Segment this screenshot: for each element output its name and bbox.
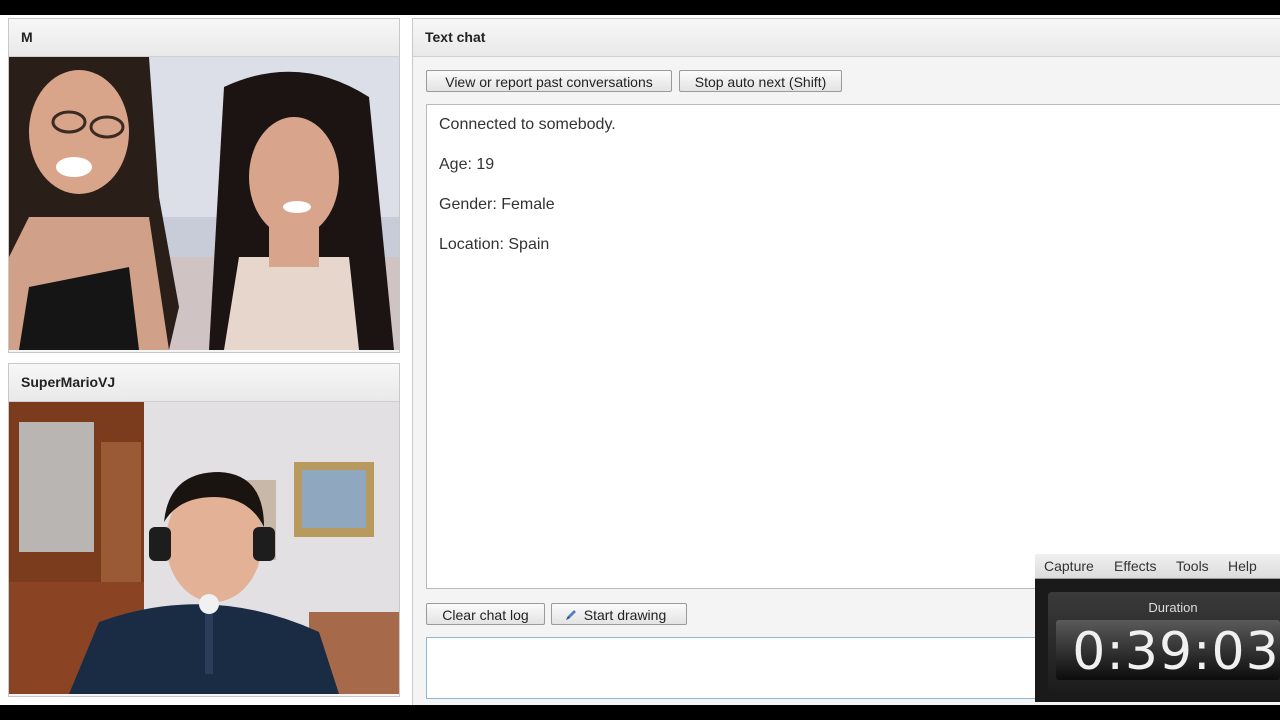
- menu-capture[interactable]: Capture: [1044, 554, 1094, 578]
- duration-display: 0:39:03: [1056, 620, 1280, 682]
- self-name: SuperMarioVJ: [9, 364, 399, 402]
- screen-bottom-bar: [0, 705, 1280, 720]
- duration-label: Duration: [1148, 600, 1198, 615]
- view-report-conversations-button[interactable]: View or report past conversations: [426, 70, 672, 92]
- screen-top-bar: [0, 0, 1280, 15]
- screen-recorder-widget: Capture Effects Tools Help Duration 0:39…: [1035, 554, 1280, 702]
- menu-help[interactable]: Help: [1228, 554, 1257, 578]
- self-video-panel: SuperMarioVJ: [8, 363, 400, 697]
- self-video-feed: [9, 402, 399, 694]
- start-drawing-button[interactable]: Start drawing: [551, 603, 687, 625]
- menu-tools[interactable]: Tools: [1176, 554, 1209, 578]
- stop-auto-next-button[interactable]: Stop auto next (Shift): [679, 70, 842, 92]
- start-drawing-label: Start drawing: [583, 607, 667, 623]
- chat-message: Gender: Female: [439, 196, 555, 213]
- recorder-duration-panel: Duration 0:39:03: [1048, 592, 1280, 692]
- chat-message: Connected to somebody.: [439, 116, 616, 133]
- recorder-menu-bar: Capture Effects Tools Help: [1035, 554, 1280, 579]
- menu-effects[interactable]: Effects: [1114, 554, 1157, 578]
- stranger-video-feed: [9, 57, 399, 350]
- chat-log: Connected to somebody. Age: 19 Gender: F…: [426, 104, 1280, 589]
- chat-message: Location: Spain: [439, 236, 550, 253]
- stranger-video-panel: M: [8, 18, 400, 353]
- pencil-icon: [564, 607, 578, 621]
- chat-message: Age: 19: [439, 156, 495, 173]
- text-chat-title: Text chat: [413, 19, 1280, 57]
- clear-chat-log-button[interactable]: Clear chat log: [426, 603, 545, 625]
- stranger-name: M: [9, 19, 399, 57]
- duration-value: 0:39:03: [1072, 622, 1280, 682]
